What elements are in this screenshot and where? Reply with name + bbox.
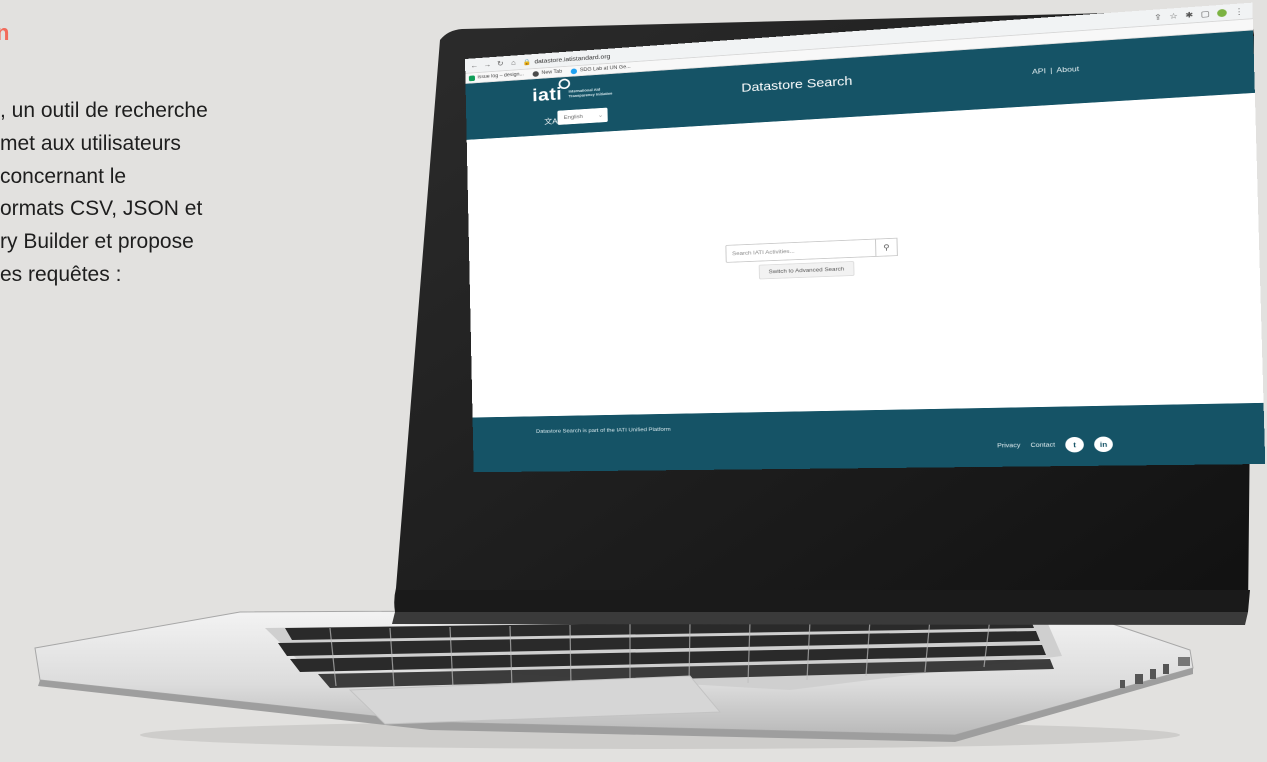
twitter-icon[interactable]: t [1065, 437, 1084, 453]
address-bar[interactable]: 🔒 datastore.iatistandard.org [523, 52, 611, 65]
home-icon[interactable]: ⌂ [509, 58, 517, 67]
about-link[interactable]: About [1056, 64, 1079, 74]
privacy-link[interactable]: Privacy [997, 442, 1020, 448]
menu-icon[interactable]: ⋮ [1234, 6, 1244, 16]
search-button[interactable]: ⚲ [876, 238, 898, 257]
search-input[interactable]: Search IATI Activities... [725, 239, 876, 263]
search-placeholder: Search IATI Activities... [732, 248, 795, 256]
chevron-down-icon: ⌄ [598, 112, 603, 119]
main-content: Search IATI Activities... ⚲ Switch to Ad… [467, 93, 1264, 418]
globe-icon [533, 71, 539, 77]
language-select[interactable]: English ⌄ [557, 108, 607, 125]
logo-tagline: International Aid Transparency Initiativ… [568, 86, 622, 98]
reload-icon[interactable]: ↻ [496, 59, 504, 68]
footer-note: Datastore Search is part of the IATI Uni… [536, 427, 671, 435]
bookmark-item[interactable]: New Tab [533, 69, 563, 77]
forward-icon[interactable]: → [483, 60, 491, 69]
search-bar: Search IATI Activities... ⚲ [725, 238, 898, 263]
language-value: English [564, 114, 583, 121]
screen: ← → ↻ ⌂ 🔒 datastore.iatistandard.org ⇪ ☆… [465, 3, 1265, 473]
bookmark-label: issue log – design... [477, 72, 523, 80]
linkedin-icon[interactable]: in [1094, 436, 1113, 452]
url-text: datastore.iatistandard.org [534, 52, 610, 64]
top-nav: API | About [1032, 64, 1079, 75]
page-title: Datastore Search [741, 74, 852, 95]
nav-divider: | [1050, 66, 1052, 75]
twitter-icon [571, 68, 577, 74]
iati-logo[interactable]: iati [532, 84, 562, 106]
star-icon[interactable]: ☆ [1169, 11, 1178, 21]
laptop-mockup: ← → ↻ ⌂ 🔒 datastore.iatistandard.org ⇪ ☆… [0, 0, 1267, 762]
back-icon[interactable]: ← [470, 61, 478, 70]
footer-links: Privacy Contact t in [997, 436, 1113, 453]
lock-icon: 🔒 [523, 58, 531, 66]
logo-ring-icon [558, 78, 570, 89]
share-icon[interactable]: ⇪ [1154, 12, 1162, 22]
search-icon: ⚲ [883, 243, 890, 252]
advanced-search-button[interactable]: Switch to Advanced Search [759, 261, 855, 279]
contact-link[interactable]: Contact [1030, 442, 1055, 448]
sheets-icon [469, 75, 475, 81]
profile-icon[interactable] [1217, 8, 1227, 16]
translate-icon: 文A [544, 116, 558, 127]
bookmark-label: SDG Lab at UN Ge... [580, 65, 631, 73]
window-icon[interactable]: ▢ [1200, 9, 1209, 19]
extensions-icon[interactable]: ✱ [1185, 10, 1193, 20]
api-link[interactable]: API [1032, 66, 1046, 75]
bookmark-label: New Tab [541, 69, 562, 75]
